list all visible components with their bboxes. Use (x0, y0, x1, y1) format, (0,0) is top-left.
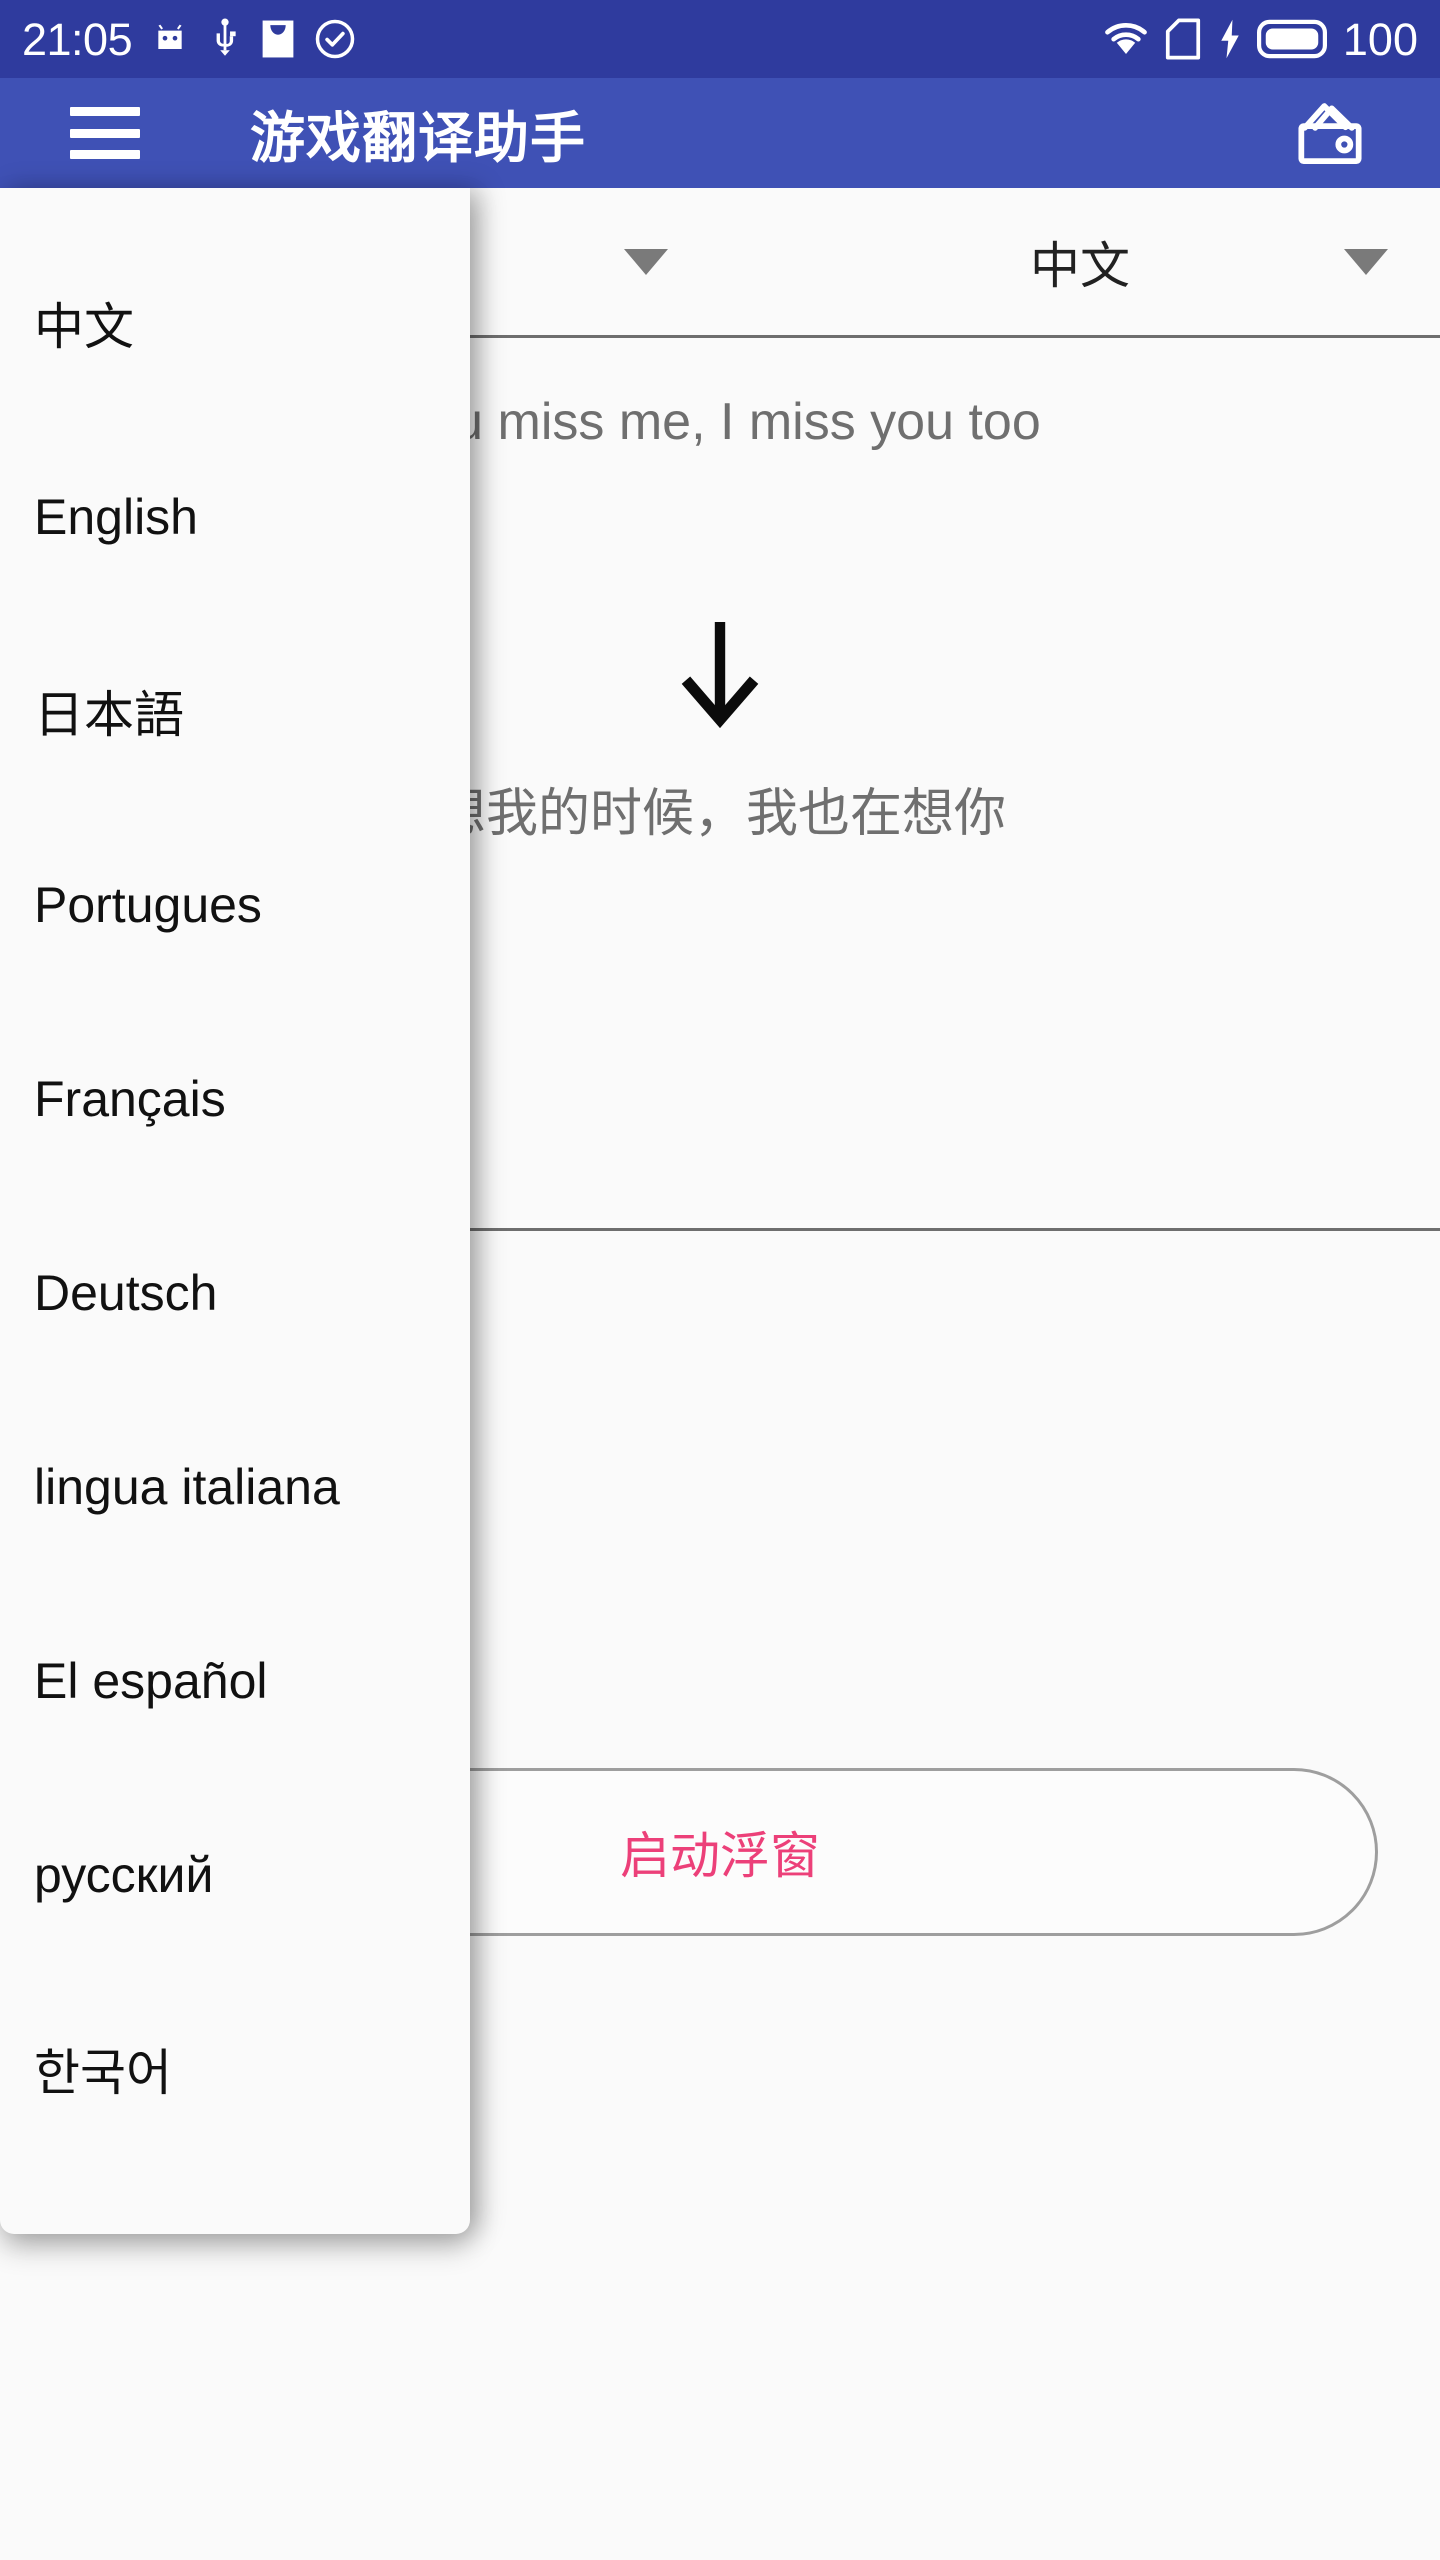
language-item-russian[interactable]: русский (0, 1778, 470, 1972)
target-language-spinner[interactable]: 中文 (720, 187, 1440, 337)
hamburger-line (70, 128, 140, 138)
language-item-english[interactable]: English (0, 420, 470, 614)
wifi-icon (1103, 19, 1149, 59)
phone-screen: 21:05 100 游戏翻译助手 中文 you miss me, I miss … (0, 0, 1440, 2560)
check-circle-icon (314, 18, 356, 60)
language-item-japanese[interactable]: 日本語 (0, 614, 470, 808)
language-item-spanish[interactable]: El español (0, 1584, 470, 1778)
language-drawer: 中文 English 日本語 Portugues Français Deutsc… (0, 188, 470, 2234)
battery-icon (1256, 19, 1327, 59)
language-item-korean[interactable]: 한국어 (0, 1972, 470, 2166)
sim-card-icon (1163, 17, 1203, 61)
android-robot-icon (150, 19, 190, 59)
chevron-down-icon (1344, 248, 1388, 275)
usb-icon (208, 18, 242, 60)
language-item-portuguese[interactable]: Portugues (0, 808, 470, 1002)
app-bar: 游戏翻译助手 (0, 78, 1440, 188)
status-bar: 21:05 100 (0, 0, 1440, 78)
app-title: 游戏翻译助手 (250, 107, 587, 169)
status-bar-left: 21:05 (22, 17, 356, 62)
charging-bolt-icon (1217, 18, 1243, 60)
hamburger-line (70, 107, 140, 116)
wallet-icon[interactable] (1282, 85, 1378, 181)
language-item-italian[interactable]: lingua italiana (0, 1390, 470, 1584)
hamburger-menu-icon[interactable] (70, 107, 140, 159)
language-item-german[interactable]: Deutsch (0, 1196, 470, 1390)
language-item-french[interactable]: Français (0, 1002, 470, 1196)
download-bag-icon (260, 19, 296, 59)
target-language-value: 中文 (1030, 237, 1130, 294)
language-item-chinese[interactable]: 中文 (0, 226, 470, 420)
status-bar-right: 100 (1103, 17, 1418, 62)
arrow-down-icon (672, 613, 768, 740)
status-bar-clock: 21:05 (22, 13, 133, 65)
hamburger-line (70, 150, 140, 159)
chevron-down-icon (624, 248, 668, 275)
battery-percentage: 100 (1342, 13, 1418, 65)
